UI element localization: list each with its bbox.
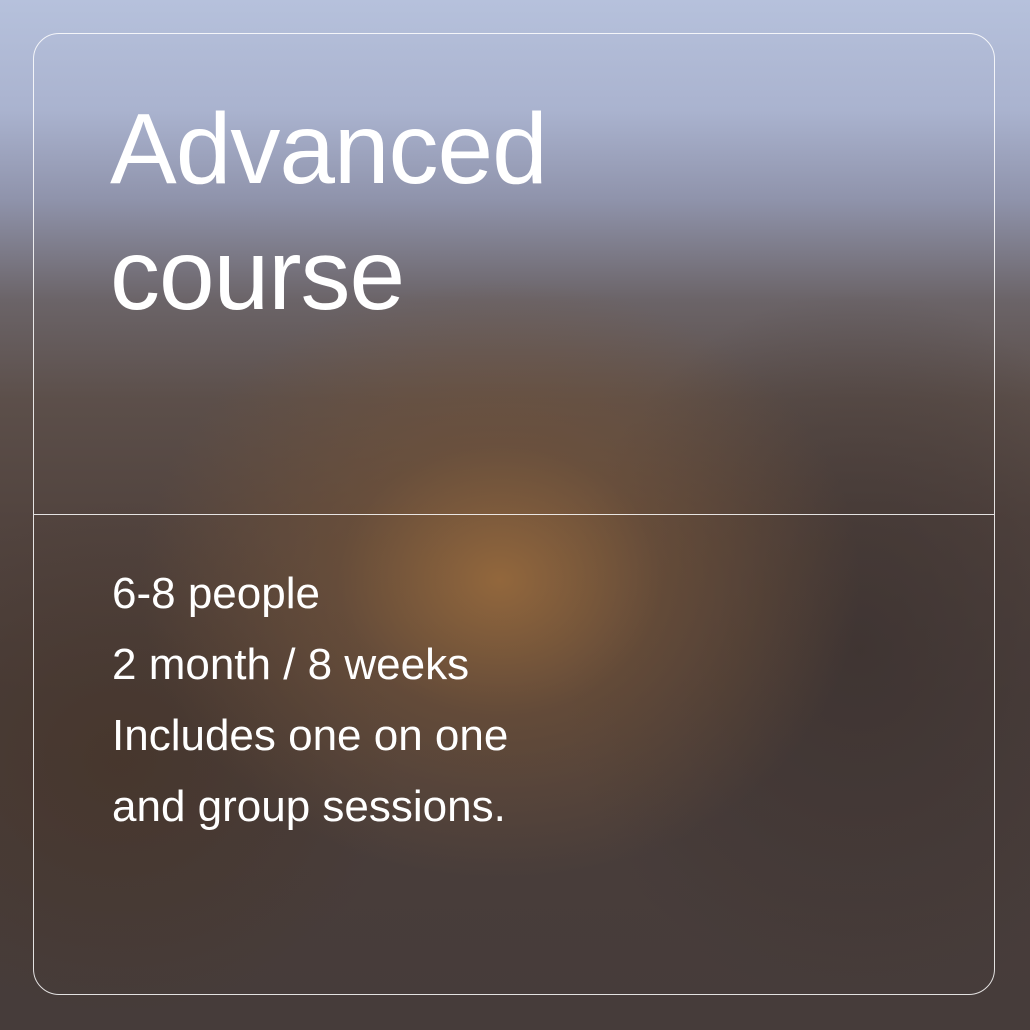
card-divider xyxy=(34,514,994,515)
detail-group-size: 6-8 people xyxy=(112,569,320,618)
course-details: 6-8 people 2 month / 8 weeks Includes on… xyxy=(112,558,508,842)
course-title: Advanced course xyxy=(110,86,548,338)
course-card: Advanced course 6-8 people 2 month / 8 w… xyxy=(33,33,995,995)
course-title-line-2: course xyxy=(110,219,405,331)
course-title-line-1: Advanced xyxy=(110,93,548,205)
detail-duration: 2 month / 8 weeks xyxy=(112,640,470,689)
detail-includes: Includes one on one xyxy=(112,711,509,760)
detail-sessions: and group sessions. xyxy=(112,782,506,831)
